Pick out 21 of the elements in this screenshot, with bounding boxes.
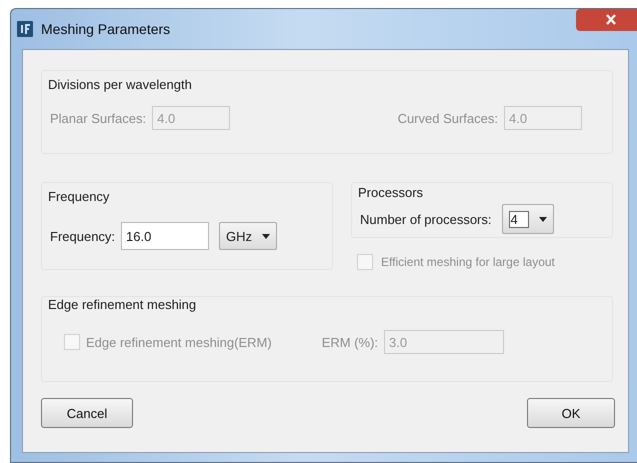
caret-icon	[262, 234, 270, 238]
caret-icon	[538, 216, 547, 222]
app-icon	[17, 21, 33, 37]
group-title: Divisions per wavelength	[48, 77, 192, 92]
dialog-button[interactable]: OK	[527, 398, 615, 428]
checkbox-label: Edge refinement meshing(ERM)	[86, 334, 272, 350]
unit-dropdown[interactable]: GHz	[219, 222, 278, 250]
input-field[interactable]: 16.0	[121, 222, 210, 250]
field-label: Planar Surfaces:	[50, 110, 146, 126]
checkbox-label: Efficient meshing for large layout	[381, 255, 555, 269]
close-icon[interactable]	[576, 9, 637, 31]
field-label: Frequency:	[50, 228, 116, 244]
field-label: Curved Surfaces:	[398, 110, 498, 126]
field-label: Number of processors:	[360, 212, 492, 226]
group-title: Processors	[358, 185, 424, 200]
processors-dropdown[interactable]: 4	[502, 204, 554, 234]
group-title: Frequency	[48, 189, 110, 204]
window-title: Meshing Parameters	[41, 21, 170, 37]
field-label: ERM (%):	[322, 334, 378, 350]
dialog-button[interactable]: Cancel	[41, 398, 133, 428]
group-title: Edge refinement meshing	[48, 297, 196, 312]
